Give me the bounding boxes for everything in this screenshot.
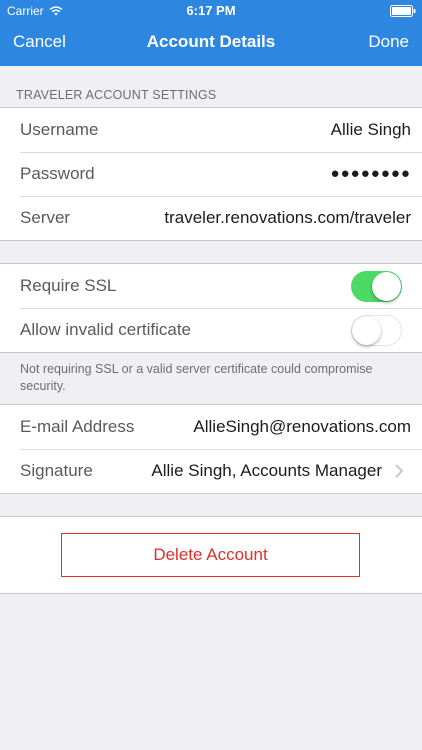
chevron-right-icon (395, 464, 403, 478)
password-row[interactable]: Password ●●●●●●●● (0, 152, 422, 196)
traveler-settings-group: Username Allie Singh Password ●●●●●●●● S… (0, 107, 422, 241)
email-row[interactable]: E-mail Address AllieSingh@renovations.co… (0, 405, 422, 449)
require-ssl-toggle[interactable] (351, 271, 402, 302)
signature-value: Allie Singh, Accounts Manager (151, 461, 382, 480)
email-label: E-mail Address (20, 417, 135, 436)
page-title: Account Details (146, 32, 276, 51)
ssl-warning-note: Not requiring SSL or a valid server cert… (20, 362, 373, 393)
ssl-settings-group: Require SSL Allow invalid certificate (0, 263, 422, 353)
password-value[interactable]: ●●●●●●●● (331, 165, 411, 182)
toggle-knob (352, 316, 381, 345)
allow-invalid-certificate-label: Allow invalid certificate (20, 320, 192, 339)
nav-bar: Cancel Account Details Done (0, 22, 422, 66)
username-value[interactable]: Allie Singh (331, 120, 411, 140)
status-time: 6:17 PM (186, 3, 236, 18)
server-row[interactable]: Server traveler.renovations.com/traveler (0, 196, 422, 240)
status-bar: Carrier 6:17 PM (0, 0, 422, 22)
delete-account-group: Delete Account (0, 516, 422, 594)
delete-account-button[interactable]: Delete Account (61, 533, 360, 577)
username-row[interactable]: Username Allie Singh (0, 108, 422, 152)
email-value[interactable]: AllieSingh@renovations.com (193, 417, 411, 437)
password-label: Password (20, 164, 95, 183)
signature-row[interactable]: Signature Allie Singh, Accounts Manager (0, 449, 422, 493)
server-value[interactable]: traveler.renovations.com/traveler (164, 208, 411, 228)
signature-label: Signature (20, 461, 93, 480)
toggle-knob (372, 272, 401, 301)
done-button[interactable]: Done (368, 32, 409, 52)
header: Carrier 6:17 PM Cancel Account Details D… (0, 0, 422, 66)
mail-settings-group: E-mail Address AllieSingh@renovations.co… (0, 404, 422, 494)
section-header-traveler: TRAVELER ACCOUNT SETTINGS (0, 66, 422, 107)
server-label: Server (20, 208, 71, 227)
battery-icon (390, 5, 416, 17)
settings-content: TRAVELER ACCOUNT SETTINGS Username Allie… (0, 66, 422, 594)
allow-invalid-certificate-toggle[interactable] (351, 315, 402, 346)
allow-invalid-certificate-row: Allow invalid certificate (0, 308, 422, 352)
username-label: Username (20, 120, 99, 139)
section-header-label: TRAVELER ACCOUNT SETTINGS (16, 88, 217, 102)
require-ssl-label: Require SSL (20, 276, 117, 295)
require-ssl-row: Require SSL (0, 264, 422, 308)
